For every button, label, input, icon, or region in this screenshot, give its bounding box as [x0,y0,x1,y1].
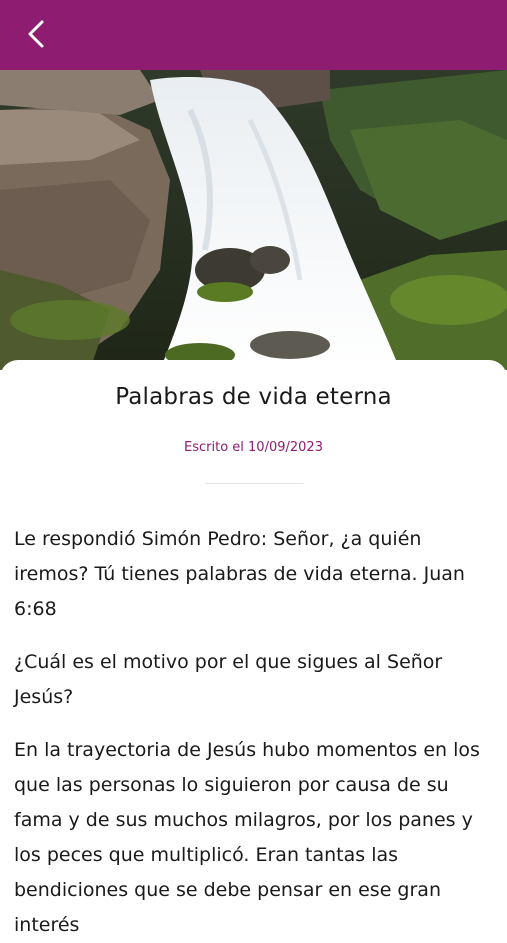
article-paragraph: ¿Cuál es el motivo por el que sigues al … [14,651,443,708]
article-date: Escrito el 10/09/2023 [184,440,323,455]
article-paragraph: Le respondió Simón Pedro: Señor, ¿a quié… [14,528,465,620]
top-bar [0,0,507,70]
article-body: Le respondió Simón Pedro: Señor, ¿a quié… [0,522,507,943]
article-title: Palabras de vida eterna [115,384,392,410]
waterfall-photo [0,70,507,370]
divider [204,483,303,484]
back-button[interactable] [18,16,54,52]
article-card: Palabras de vida eterna Escrito el 10/09… [0,360,507,936]
article-paragraph: En la trayectoria de Jesús hubo momentos… [14,739,480,936]
hero-image [0,70,507,370]
chevron-left-icon [28,20,44,48]
